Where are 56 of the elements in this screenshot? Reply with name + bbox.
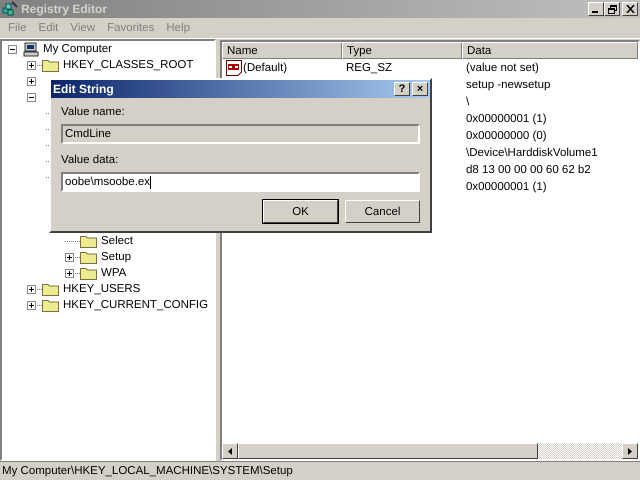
- expander-icon[interactable]: [27, 76, 36, 86]
- folder-icon: [42, 58, 59, 72]
- column-header[interactable]: Data: [462, 42, 638, 59]
- folder-icon: [42, 282, 59, 296]
- ok-button[interactable]: OK: [263, 200, 338, 223]
- folder-icon: [80, 250, 97, 264]
- close-button[interactable]: [622, 2, 638, 16]
- expander-icon[interactable]: [65, 268, 74, 278]
- value-name-field[interactable]: CmdLine: [61, 124, 420, 144]
- restore-button[interactable]: [604, 2, 620, 16]
- close-icon: [626, 5, 634, 13]
- tree-item[interactable]: Select: [100, 235, 134, 247]
- expander-icon[interactable]: [65, 252, 74, 262]
- computer-icon: [23, 42, 39, 56]
- expander-icon[interactable]: [27, 92, 36, 102]
- string-value-icon: [226, 60, 242, 76]
- expander-icon[interactable]: [8, 44, 17, 54]
- minimize-button[interactable]: [588, 2, 604, 16]
- scroll-left-icon[interactable]: [222, 443, 238, 459]
- column-header[interactable]: Type: [342, 42, 462, 59]
- value-data: 0x00000001 (1): [466, 112, 547, 124]
- value-data-label: Value data:: [61, 154, 120, 168]
- folder-icon: [80, 266, 97, 280]
- scroll-right-icon[interactable]: [622, 443, 638, 459]
- value-data: \: [466, 96, 470, 108]
- cancel-button[interactable]: Cancel: [345, 200, 420, 223]
- value-data: (value not set): [466, 62, 539, 74]
- value-data: d8 13 00 00 00 60 62 b2: [466, 164, 591, 176]
- tree-item[interactable]: My Computer: [42, 43, 114, 55]
- value-data-field[interactable]: oobe\msoobe.ex: [61, 172, 420, 192]
- registry-cubes-icon: [2, 1, 18, 17]
- tree-item[interactable]: WPA: [100, 267, 128, 279]
- expander-icon[interactable]: [27, 60, 36, 70]
- value-data: 0x00000000 (0): [466, 130, 547, 142]
- tree-item[interactable]: HKEY_USERS: [62, 283, 142, 295]
- restore-icon: [608, 4, 616, 14]
- tree-item[interactable]: HKEY_CURRENT_CONFIG: [62, 299, 210, 311]
- help-button[interactable]: ?: [394, 82, 410, 96]
- value-type: REG_SZ: [346, 62, 392, 74]
- value-name[interactable]: (Default): [243, 62, 288, 74]
- value-data: setup -newsetup: [466, 78, 550, 90]
- status-bar: My Computer\HKEY_LOCAL_MACHINE\SYSTEM\Setup: [0, 461, 640, 480]
- folder-icon: [42, 298, 59, 312]
- tree-item[interactable]: Setup: [100, 251, 132, 263]
- scroll-thumb[interactable]: [238, 443, 538, 459]
- horizontal-scrollbar[interactable]: [222, 443, 638, 459]
- value-name-label: Value name:: [61, 106, 126, 120]
- expander-icon[interactable]: [27, 300, 36, 310]
- window-title: Registry Editor: [21, 2, 108, 16]
- dialog-title: Edit String: [53, 82, 114, 96]
- value-data: \Device\HarddiskVolume1: [466, 146, 598, 158]
- expander-icon[interactable]: [27, 284, 36, 294]
- close-button[interactable]: ×: [412, 82, 428, 96]
- column-header[interactable]: Name: [222, 42, 342, 59]
- value-data: 0x00000001 (1): [466, 180, 547, 192]
- tree-item[interactable]: HKEY_CLASSES_ROOT: [62, 59, 194, 71]
